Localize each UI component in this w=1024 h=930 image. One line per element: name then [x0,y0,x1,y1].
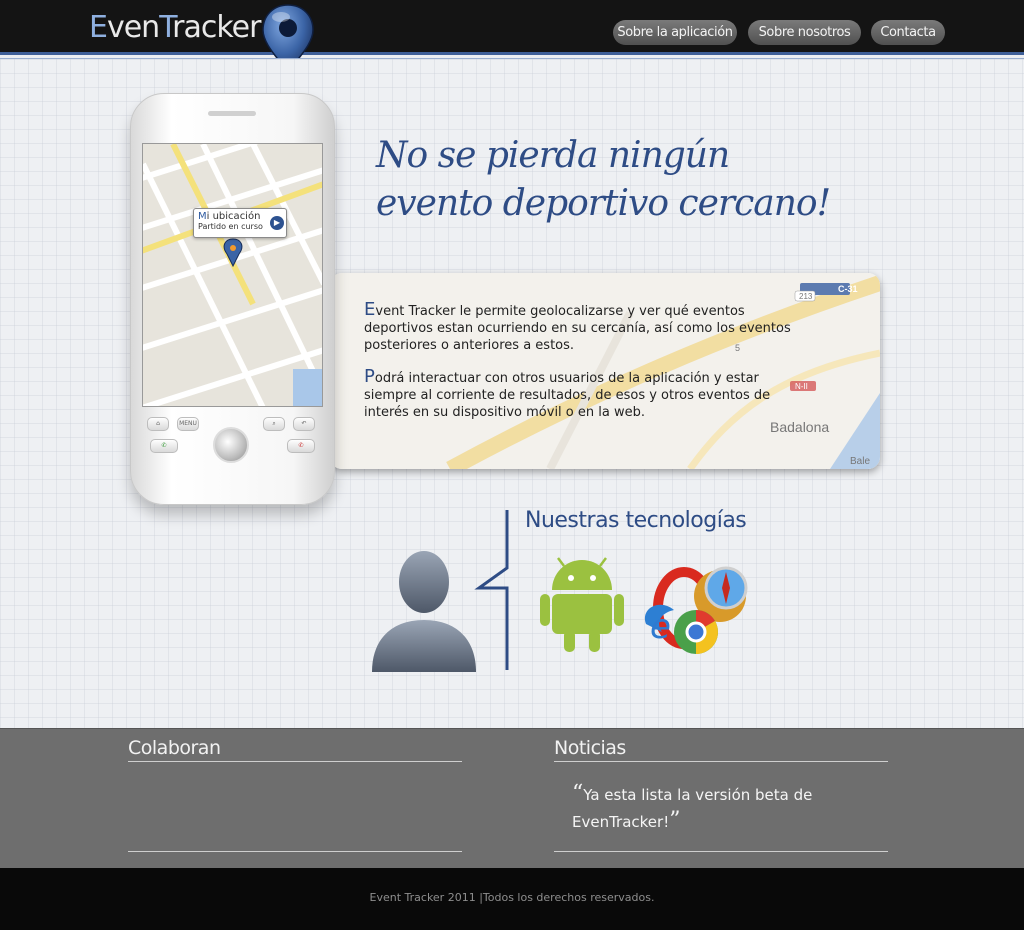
tagline-line-1: No se pierda ningún [376,135,730,176]
footer: Colaboran Noticias “Ya esta lista la ver… [0,728,1024,868]
info-text: Event Tracker le permite geolocalizarse … [364,301,794,435]
quote-open-mark: “ [572,781,584,806]
phone-speaker [208,111,256,116]
site-header: EvenTracker Sobre la aplicación Sobre no… [0,0,1024,75]
callout-initial: M [198,211,207,222]
tagline-line-2: evento deportivo cercano! [376,183,831,224]
info-paragraph-1: Event Tracker le permite geolocalizarse … [364,301,794,354]
home-key-icon[interactable]: ⌂ [147,417,169,431]
nav-sobre-la-aplicacion[interactable]: Sobre la aplicación [613,20,737,45]
tech-title: Nuestras tecnologías [525,508,747,533]
map-label-bale: Bale [850,456,871,467]
logo-letter-t: T [159,10,173,45]
street-map [143,144,322,406]
back-key-icon[interactable]: ↶ [293,417,315,431]
trackball[interactable] [213,427,249,463]
browsers-icon: e [644,566,748,654]
news-quote-text: Ya esta lista la versión beta de EvenTra… [572,786,813,831]
quote-close-mark: ” [669,808,681,833]
nav-sobre-nosotros[interactable]: Sobre nosotros [748,20,861,45]
footer-noticias-title: Noticias [554,737,626,759]
footer-noticias-underline [554,761,888,762]
map-label-c31: C-31 [838,284,858,294]
info-paragraph-2-text: odrá interactuar con otros usuarios de l… [364,371,771,420]
footer-colaboran-title: Colaboran [128,737,221,759]
logo-text-racker: racker [172,10,261,45]
info-paragraph-1-text: vent Tracker le permite geolocalizarse y… [364,304,791,353]
copyright-text: Event Tracker 2011 |Todos los derechos r… [369,891,655,904]
footer-colaboran-underline [128,761,462,762]
search-key-icon[interactable]: ⌕ [263,417,285,431]
hero-tagline: No se pierda ningún evento deportivo cer… [376,132,846,228]
dropcap-e: E [364,299,376,320]
location-callout[interactable]: Mi ubicación Partido en curso ▶ [193,208,287,238]
menu-key[interactable]: MENU [177,417,199,431]
user-silhouette-icon [372,551,476,672]
call-key-icon[interactable]: ✆ [150,439,178,453]
footer-colaboran-bottom-line [128,851,462,852]
phone-mockup: Mi ubicación Partido en curso ▶ ⌂ MENU ⌕… [130,93,335,505]
end-call-key-icon[interactable]: ✆ [287,439,315,453]
map-label-n2: N-II [795,382,808,391]
bottom-bar: Event Tracker 2011 |Todos los derechos r… [0,868,1024,930]
play-arrow-icon[interactable]: ▶ [270,216,284,230]
logo-text-ven: ven [106,10,160,45]
info-box: Badalona C-31 N-II 213 5 Bale Event Trac… [330,273,880,469]
dropcap-p: P [364,366,375,387]
news-quote[interactable]: “Ya esta lista la versión beta de EvenTr… [572,781,872,835]
logo-letter-e: E [89,10,108,45]
site-logo[interactable]: EvenTracker [89,10,261,45]
footer-noticias-bottom-line [554,851,888,852]
callout-title-rest: i ubicación [206,211,261,222]
android-icon [540,557,624,652]
info-paragraph-2: Podrá interactuar con otros usuarios de … [364,368,794,421]
svg-text:e: e [650,607,671,647]
map-label-213: 213 [799,292,813,301]
phone-screen-map: Mi ubicación Partido en curso ▶ [142,143,323,407]
nav-contacta[interactable]: Contacta [871,20,945,45]
